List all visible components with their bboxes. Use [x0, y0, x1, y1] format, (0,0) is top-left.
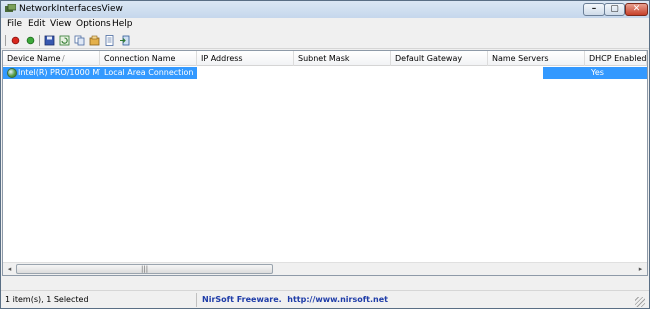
toolbar-separator	[5, 35, 6, 46]
column-header-dhcp-enabled[interactable]: DHCP Enabled	[585, 51, 647, 66]
exit-icon[interactable]	[118, 34, 131, 47]
save-icon[interactable]	[43, 34, 56, 47]
column-header-connection-name[interactable]: Connection Name	[100, 51, 197, 66]
table-row[interactable]: Intel(R) PRO/1000 MT ... Local Area Conn…	[3, 67, 647, 79]
scrollbar-thumb[interactable]: |||	[16, 264, 273, 274]
status-item-count: 1 item(s), 1 Selected	[5, 295, 89, 304]
report-icon[interactable]	[103, 34, 116, 47]
sort-indicator-icon: /	[62, 54, 65, 63]
window-title: NetworkInterfacesView	[19, 4, 123, 14]
close-button[interactable]: ✕	[625, 3, 648, 16]
scroll-left-icon[interactable]: ◂	[3, 264, 16, 275]
status-divider	[196, 293, 197, 307]
column-header-ip-address[interactable]: IP Address	[197, 51, 294, 66]
cell-default-gateway	[391, 67, 488, 79]
properties-icon[interactable]	[88, 34, 101, 47]
column-header-device-name[interactable]: Device Name /	[3, 51, 100, 66]
menu-file[interactable]: File	[7, 19, 22, 29]
copy-icon[interactable]	[73, 34, 86, 47]
nirsoft-link[interactable]: NirSoft Freeware. http://www.nirsoft.net	[202, 295, 388, 304]
scroll-right-icon[interactable]: ▸	[634, 264, 647, 275]
list-header: Device Name / Connection Name IP Address…	[3, 51, 647, 66]
column-header-default-gateway[interactable]: Default Gateway	[391, 51, 488, 66]
menu-view[interactable]: View	[50, 19, 71, 29]
cell-connection-name: Local Area Connection	[100, 67, 197, 79]
application-window: NetworkInterfacesView – ▢ ✕ File Edit Vi…	[0, 0, 650, 309]
minimize-button[interactable]: –	[583, 3, 605, 16]
toolbar-separator	[39, 35, 40, 46]
minimize-icon: –	[591, 4, 597, 14]
interfaces-list[interactable]: Device Name / Connection Name IP Address…	[2, 50, 648, 276]
menu-bar: File Edit View Options Help	[1, 18, 649, 31]
status-bar: 1 item(s), 1 Selected NirSoft Freeware. …	[1, 290, 649, 308]
network-adapter-icon	[7, 68, 17, 78]
horizontal-scrollbar[interactable]: ◂ ||| ▸	[3, 262, 647, 275]
menu-options[interactable]: Options	[76, 19, 111, 29]
maximize-icon: ▢	[610, 4, 619, 14]
cell-dhcp-enabled: Yes	[543, 67, 647, 79]
cell-device-name: Intel(R) PRO/1000 MT ...	[3, 67, 100, 79]
menu-edit[interactable]: Edit	[28, 19, 45, 29]
cell-ip-address	[197, 67, 294, 79]
cell-name-servers	[488, 67, 543, 79]
network-app-icon	[5, 4, 16, 12]
maximize-button[interactable]: ▢	[604, 3, 625, 16]
resize-grip-icon[interactable]	[635, 297, 645, 307]
close-icon: ✕	[632, 4, 641, 14]
column-header-subnet-mask[interactable]: Subnet Mask	[294, 51, 391, 66]
scrollbar-grip-icon: |||	[141, 265, 149, 273]
toolbar	[1, 32, 649, 49]
menu-help[interactable]: Help	[112, 19, 133, 29]
enable-icon[interactable]	[9, 34, 22, 47]
title-bar[interactable]: NetworkInterfacesView – ▢ ✕	[1, 1, 649, 18]
cell-subnet-mask	[294, 67, 391, 79]
refresh-icon[interactable]	[58, 34, 71, 47]
column-header-name-servers[interactable]: Name Servers	[488, 51, 585, 66]
disable-icon[interactable]	[24, 34, 37, 47]
